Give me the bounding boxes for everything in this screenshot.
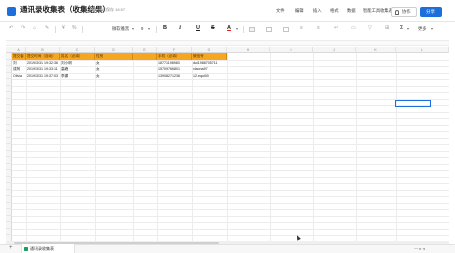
cloud-save-icon (92, 7, 96, 11)
text-color-icon[interactable]: A (227, 25, 231, 31)
menu-data[interactable]: 数据 (347, 8, 356, 14)
column-header[interactable]: I (270, 47, 313, 53)
chevron-down-icon[interactable]: ▾ (236, 26, 238, 31)
menu-format[interactable]: 格式 (330, 8, 339, 14)
zoom-controls[interactable]: — ▸ ◂ (414, 246, 425, 251)
font-size-select[interactable]: 9 (141, 26, 143, 31)
document-title[interactable]: 通讯录收集表（收集结果） (20, 4, 110, 15)
freeze-icon[interactable]: ⊞ (385, 25, 389, 31)
add-sheet-button[interactable]: + (9, 245, 13, 251)
italic-icon[interactable]: I (179, 25, 181, 31)
app-logo-icon (7, 7, 16, 16)
currency-icon[interactable]: ¥ (62, 25, 65, 31)
formula-bar[interactable] (6, 40, 449, 46)
chevron-down-icon[interactable]: ▾ (148, 26, 150, 31)
align-icon[interactable]: ≡ (300, 25, 303, 31)
sum-icon[interactable]: Σ (400, 25, 403, 31)
row-header-bar (6, 53, 12, 242)
spreadsheet-grid[interactable]: A B C D E F G H I J K L 提交者（自动） 提交时间（自动）… (6, 47, 449, 242)
toolbar-divider (82, 26, 83, 33)
column-header[interactable]: K (356, 47, 396, 53)
undo-icon[interactable]: ↶ (9, 25, 13, 31)
selected-cell[interactable] (395, 100, 431, 107)
more-button[interactable]: 更多 (418, 26, 427, 32)
column-header[interactable]: J (313, 47, 356, 53)
format-painter-icon[interactable]: ⌂ (33, 25, 36, 31)
chevron-down-icon[interactable]: ▾ (431, 26, 433, 31)
toolbar-divider (55, 26, 56, 33)
user-icon (395, 9, 399, 15)
wrap-text-icon[interactable]: ↵ (334, 25, 338, 31)
save-status: 最近保存 16:57 (98, 7, 126, 12)
toolbar-divider (156, 26, 157, 33)
menu-insert[interactable]: 插入 (313, 8, 322, 14)
share-label: 分享 (426, 9, 435, 14)
collaborate-label: 协作 (402, 9, 411, 14)
clear-format-icon[interactable]: ✎ (45, 25, 49, 31)
border-icon[interactable] (266, 27, 272, 32)
menu-smart-tools[interactable]: 智能工具 (363, 8, 380, 14)
font-family-select[interactable]: 微软雅黑 (112, 26, 129, 32)
merge-cells-icon[interactable] (283, 27, 289, 32)
filter-icon[interactable]: ▽ (368, 25, 372, 31)
sheet-icon (24, 246, 28, 251)
menu-edit[interactable]: 编辑 (295, 8, 304, 14)
valign-icon[interactable]: ≡ (317, 25, 320, 31)
underline-icon[interactable]: U (196, 25, 200, 31)
strikethrough-icon[interactable]: S (211, 25, 215, 31)
menu-file[interactable]: 文件 (276, 8, 285, 14)
bold-icon[interactable]: B (163, 25, 167, 31)
chevron-down-icon[interactable]: ▾ (407, 26, 409, 31)
redo-icon[interactable]: ↷ (21, 25, 25, 31)
fill-color-icon[interactable] (249, 27, 255, 32)
sheet-tab-label: 通讯录收集表 (30, 246, 54, 251)
column-header[interactable]: L (396, 47, 449, 53)
insert-image-icon[interactable]: ▭ (351, 25, 356, 31)
percent-icon[interactable]: % (72, 25, 76, 31)
chevron-down-icon[interactable]: ▾ (132, 26, 134, 31)
toolbar-divider (243, 26, 244, 33)
column-header[interactable]: H (227, 47, 270, 53)
